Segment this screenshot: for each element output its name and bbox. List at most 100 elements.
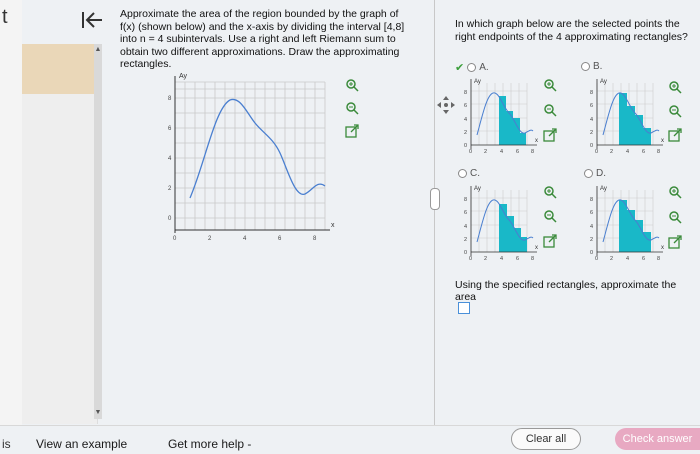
- option-c-y-axis-label: Ay: [474, 186, 481, 192]
- option-c-popout-icon[interactable]: [543, 234, 557, 248]
- left-strip-letter: t: [2, 6, 8, 28]
- check-answer-button[interactable]: Check answer: [615, 428, 700, 450]
- side-rail: [22, 44, 98, 424]
- option-c-x-tick-8: 8: [531, 256, 534, 262]
- clear-all-button[interactable]: Clear all: [511, 428, 581, 450]
- option-d-x-tick-6: 6: [642, 256, 645, 262]
- area-answer-input[interactable]: [458, 302, 470, 314]
- option-b-radio[interactable]: [581, 62, 590, 71]
- option-c-y-tick-8: 8: [464, 197, 467, 203]
- option-c-zoom-out-icon[interactable]: [543, 209, 557, 223]
- option-c-x-tick-0: 0: [469, 256, 472, 262]
- option-b[interactable]: B.: [581, 61, 602, 72]
- option-b-rect-4: [643, 128, 651, 145]
- option-a-x-tick-2: 2: [484, 149, 487, 155]
- main-x-tick-2: 2: [208, 236, 212, 242]
- option-c-x-tick-6: 6: [516, 256, 519, 262]
- option-a-x-tick-6: 6: [516, 149, 519, 155]
- scrollbar[interactable]: ▲ ▼: [94, 44, 102, 419]
- option-d-y-tick-0: 0: [590, 250, 593, 256]
- option-a-zoom-out-icon[interactable]: [543, 103, 557, 117]
- option-c-radio[interactable]: [458, 169, 467, 178]
- option-a-popout-icon[interactable]: [543, 128, 557, 142]
- option-c-zoom-in-icon[interactable]: [543, 185, 557, 199]
- option-b-x-tick-2: 2: [610, 149, 613, 155]
- option-d-y-tick-8: 8: [590, 197, 593, 203]
- option-a-x-tick-8: 8: [531, 149, 534, 155]
- scroll-up-icon[interactable]: ▲: [94, 46, 102, 54]
- option-d-zoom-out-icon[interactable]: [668, 210, 682, 224]
- option-b-y-tick-6: 6: [590, 103, 593, 109]
- option-d-x-axis-label: x: [661, 245, 664, 251]
- option-a-y-tick-2: 2: [464, 130, 467, 136]
- option-d-label: D.: [596, 168, 606, 179]
- option-b-x-tick-4: 4: [626, 149, 629, 155]
- scroll-down-icon[interactable]: ▼: [94, 409, 102, 417]
- question-text: Approximate the area of the region bound…: [120, 8, 405, 70]
- option-a-y-axis-label: Ay: [474, 79, 481, 85]
- option-d-y-tick-4: 4: [590, 224, 593, 230]
- option-c-rect-3: [514, 228, 521, 252]
- pane-splitter-handle[interactable]: [430, 188, 440, 210]
- main-y-tick-6: 6: [168, 126, 172, 132]
- option-d-y-tick-2: 2: [590, 237, 593, 243]
- move-icon[interactable]: [436, 95, 456, 115]
- main-graph: Ay x 8 6 4 2 0 0 2 4 6 8: [168, 73, 335, 242]
- option-d-rect-2: [627, 210, 635, 252]
- option-c-x-tick-2: 2: [484, 256, 487, 262]
- option-c-label: C.: [470, 168, 480, 179]
- option-d-radio[interactable]: [584, 169, 593, 178]
- option-c-graph: Ay x 0 2 4 6 8 8 6 4 2 0: [464, 186, 538, 262]
- option-b-y-tick-2: 2: [590, 130, 593, 136]
- option-c-y-tick-4: 4: [464, 224, 467, 230]
- main-y-tick-4: 4: [168, 156, 172, 162]
- option-d-zoom-in-icon[interactable]: [668, 185, 682, 199]
- option-a-x-axis-label: x: [535, 138, 538, 144]
- footer-left-text: is: [2, 437, 11, 451]
- popout-icon[interactable]: [345, 124, 359, 138]
- option-a-zoom-in-icon[interactable]: [543, 78, 557, 92]
- main-grid: [174, 81, 326, 231]
- side-progress-block: [22, 44, 98, 94]
- option-a-y-tick-6: 6: [464, 103, 467, 109]
- view-example-link[interactable]: View an example: [36, 437, 127, 451]
- option-d-x-tick-2: 2: [610, 256, 613, 262]
- option-d-x-tick-4: 4: [626, 256, 629, 262]
- main-y-axis-label: Ay: [179, 73, 188, 80]
- option-a-x-tick-0: 0: [469, 149, 472, 155]
- main-y-tick-8: 8: [168, 96, 172, 102]
- option-b-label: B.: [593, 61, 603, 72]
- get-more-help-link[interactable]: Get more help -: [168, 437, 251, 451]
- option-a-y-tick-8: 8: [464, 90, 467, 96]
- option-d-rect-1: [619, 200, 627, 252]
- option-a-radio[interactable]: [467, 63, 477, 72]
- prompt-text: In which graph below are the selected po…: [455, 18, 688, 43]
- option-c-y-tick-6: 6: [464, 210, 467, 216]
- option-b-zoom-out-icon[interactable]: [668, 104, 682, 118]
- back-arrow-icon[interactable]: [80, 10, 104, 30]
- option-b-y-tick-0: 0: [590, 143, 593, 149]
- option-b-x-tick-0: 0: [595, 149, 598, 155]
- option-b-y-axis-label: Ay: [600, 79, 607, 85]
- option-d-x-tick-8: 8: [657, 256, 660, 262]
- main-x-axis-label: x: [331, 222, 335, 229]
- option-d[interactable]: D.: [584, 168, 606, 179]
- option-d-x-tick-0: 0: [595, 256, 598, 262]
- main-x-tick-8: 8: [313, 236, 317, 242]
- option-d-y-tick-6: 6: [590, 210, 593, 216]
- option-c-x-axis-label: x: [535, 245, 538, 251]
- option-c[interactable]: C.: [458, 168, 480, 179]
- option-a-x-tick-4: 4: [500, 149, 503, 155]
- main-x-tick-4: 4: [243, 236, 247, 242]
- option-b-popout-icon[interactable]: [668, 128, 682, 142]
- zoom-out-icon[interactable]: [345, 101, 359, 115]
- option-b-x-tick-6: 6: [642, 149, 645, 155]
- option-d-graph: Ay x 0 2 4 6 8 8 6 4 2 0: [590, 186, 664, 262]
- option-d-y-axis-label: Ay: [600, 186, 607, 192]
- option-b-zoom-in-icon[interactable]: [668, 80, 682, 94]
- option-a-rect-3: [513, 118, 520, 145]
- zoom-in-icon[interactable]: [345, 78, 359, 92]
- option-d-popout-icon[interactable]: [668, 235, 682, 249]
- option-b-y-tick-8: 8: [590, 90, 593, 96]
- option-a-y-tick-4: 4: [464, 117, 467, 123]
